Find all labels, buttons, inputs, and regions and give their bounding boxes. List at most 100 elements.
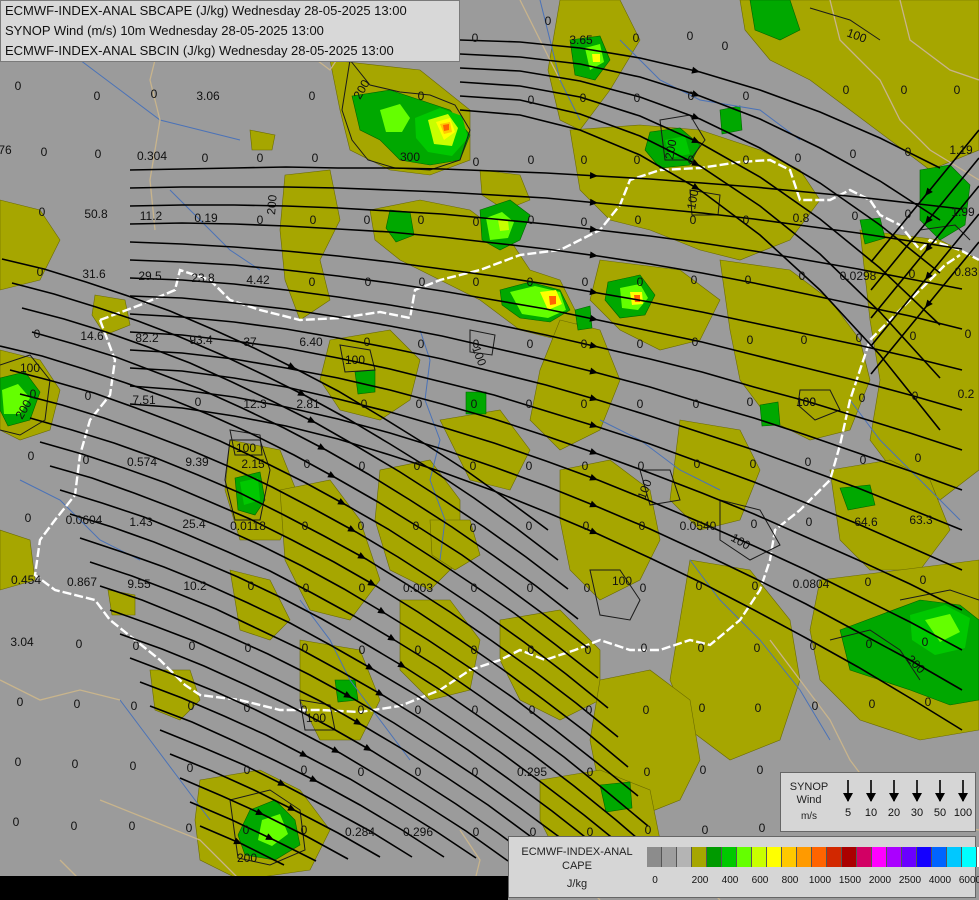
sbcape-value-label: 0 <box>133 639 140 653</box>
sbcape-value-label: 0 <box>745 273 752 287</box>
sbcape-value-label: 0 <box>581 397 588 411</box>
sbcape-value-label: 0.0118 <box>230 519 266 533</box>
sbcape-value-label: 0 <box>852 209 859 223</box>
sbcape-value-label: 0.284 <box>345 825 375 839</box>
sbcape-value-label: 0.296 <box>403 825 433 839</box>
sbcape-value-label: 23.8 <box>191 271 215 285</box>
sbcape-value-label: 1.19 <box>949 143 973 157</box>
sbcape-value-label: 0 <box>473 275 480 289</box>
sbcape-value-label: 0.0604 <box>66 513 103 527</box>
cape-legend-swatch <box>842 847 857 867</box>
svg-text:200: 200 <box>237 851 257 865</box>
sbcape-value-label: 0 <box>130 759 137 773</box>
sbcape-value-label: 76 <box>0 143 12 157</box>
sbcape-value-label: 0 <box>28 449 35 463</box>
svg-text:200: 200 <box>264 194 280 215</box>
cape-legend-label: 1500 <box>838 875 862 886</box>
sbcape-value-label: 0 <box>470 521 477 535</box>
sbcape-value-label: 0 <box>751 517 758 531</box>
sbcape-value-label: 0.0540 <box>680 519 717 533</box>
sbcape-value-label: 0 <box>415 643 422 657</box>
sbcape-value-label: 0 <box>186 821 193 835</box>
wind-legend-speed: 5 <box>844 807 852 819</box>
sbcape-value-label: 100 <box>796 395 816 409</box>
cape-legend-swatch <box>692 847 707 867</box>
sbcape-value-label: 0 <box>584 581 591 595</box>
sbcape-value-label: 0 <box>757 763 764 777</box>
sbcape-value-label: 0 <box>257 213 264 227</box>
sbcape-value-label: 0 <box>94 89 101 103</box>
sbcape-value-label: 0 <box>700 763 707 777</box>
sbcape-value-label: 0 <box>965 327 972 341</box>
sbcape-value-label: 12.3 <box>243 397 267 411</box>
cape-legend-swatch <box>737 847 752 867</box>
sbcape-value-label: 0 <box>302 519 309 533</box>
sbcape-value-label: 0 <box>415 765 422 779</box>
sbcape-value-label: 0 <box>472 765 479 779</box>
sbcape-value-label: 0 <box>526 397 533 411</box>
cape-legend-label: 2000 <box>868 875 892 886</box>
sbcape-value-label: 0 <box>687 29 694 43</box>
sbcape-value-label: 0 <box>187 761 194 775</box>
sbcape-value-label: 0.0298 <box>840 269 877 283</box>
cape-legend-swatch <box>857 847 872 867</box>
wind-legend-title: SYNOP Wind m/s <box>781 781 837 823</box>
sbcape-value-label: 0 <box>799 269 806 283</box>
sbcape-value-label: 0 <box>418 337 425 351</box>
wind-legend-title-wind: Wind <box>796 794 822 806</box>
sbcape-value-label: 0 <box>812 699 819 713</box>
wind-legend-title-synop: SYNOP <box>789 781 829 793</box>
sbcape-value-label: 0 <box>76 637 83 651</box>
sbcape-value-label: 3.65 <box>569 33 593 47</box>
sbcape-value-label: 0 <box>17 695 24 709</box>
sbcape-value-label: 0 <box>41 145 48 159</box>
sbcape-value-label: 0 <box>865 575 872 589</box>
sbcape-value-label: 0 <box>527 337 534 351</box>
sbcape-value-label: 0 <box>859 391 866 405</box>
cape-legend-swatch <box>782 847 797 867</box>
sbcape-value-label: 0 <box>418 213 425 227</box>
sbcape-value-label: 1.43 <box>129 515 153 529</box>
sbcape-value-label: 0 <box>15 755 22 769</box>
sbcape-value-label: 0 <box>795 151 802 165</box>
sbcape-value-label: 0 <box>472 31 479 45</box>
sbcape-value-label: 0 <box>747 333 754 347</box>
sbcape-value-label: 0 <box>582 459 589 473</box>
sbcape-value-label: 0 <box>95 147 102 161</box>
sbcape-value-label: 0 <box>527 581 534 595</box>
cape-legend-swatch <box>932 847 947 867</box>
sbcape-value-label: 0 <box>39 205 46 219</box>
sbcape-value-label: 0 <box>586 703 593 717</box>
sbcape-value-label: 0 <box>639 519 646 533</box>
sbcape-value-label: 0 <box>690 213 697 227</box>
sbcape-value-label: 0 <box>359 643 366 657</box>
sbcape-value-label: 0 <box>473 215 480 229</box>
sbcape-value-label: 11.2 <box>140 209 163 223</box>
header-line-wind: SYNOP Wind (m/s) 10m Wednesday 28-05-202… <box>5 23 324 38</box>
sbcape-value-label: 0 <box>471 397 478 411</box>
cape-legend-swatch <box>902 847 917 867</box>
sbcape-value-label: 64.6 <box>854 515 878 529</box>
sbcape-value-label: 0 <box>304 457 311 471</box>
wind-legend-speed: 30 <box>910 807 924 819</box>
sbcape-value-label: 0 <box>694 457 701 471</box>
sbcape-value-label: 0 <box>915 451 922 465</box>
cape-legend-title-unit: J/kg <box>566 878 588 890</box>
sbcape-value-label: 0 <box>637 275 644 289</box>
sbcape-value-label: 0 <box>580 91 587 105</box>
sbcape-value-label: 0 <box>743 89 750 103</box>
wind-legend-speed: 20 <box>887 807 901 819</box>
sbcape-value-label: 0 <box>743 213 750 227</box>
sbcape-value-label: 0.0804 <box>793 577 830 591</box>
cape-legend-swatch <box>827 847 842 867</box>
sbcape-value-label: 0 <box>910 329 917 343</box>
sbcape-value-label: 0 <box>754 641 761 655</box>
sbcape-value-label: 0 <box>195 395 202 409</box>
sbcape-value-label: 0 <box>419 275 426 289</box>
sbcape-value-label: 0 <box>361 397 368 411</box>
cape-legend-label: 2500 <box>898 875 922 886</box>
sbcape-value-label: 0 <box>358 765 365 779</box>
sbcape-value-label: 2.81 <box>296 397 320 411</box>
sbcape-value-label: 0 <box>528 643 535 657</box>
sbcape-value-label: 0 <box>866 637 873 651</box>
